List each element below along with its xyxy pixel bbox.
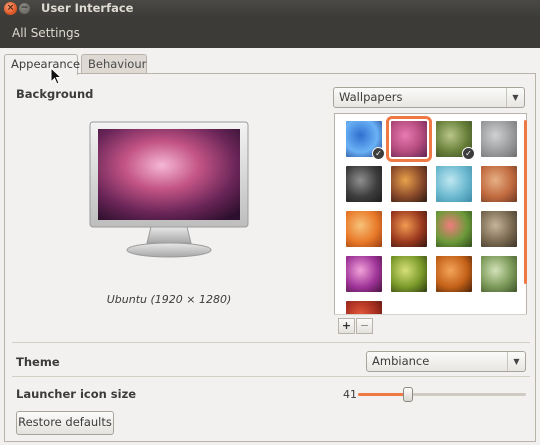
- tab-appearance[interactable]: Appearance: [4, 54, 80, 75]
- slider-handle[interactable]: [403, 387, 414, 402]
- wallpaper-source-value: Wallpapers: [339, 90, 403, 104]
- launcher-icon-size-label: Launcher icon size: [16, 387, 137, 401]
- chevron-down-icon: ▼: [507, 352, 525, 371]
- remove-wallpaper-button[interactable]: −: [356, 318, 373, 334]
- all-settings-button[interactable]: All Settings: [12, 26, 80, 40]
- wallpaper-thumb-grey-mist[interactable]: [481, 121, 517, 157]
- launcher-icon-size-value: 41: [343, 388, 357, 401]
- monitor-preview: [89, 121, 249, 258]
- wallpaper-thumb-grass-blades[interactable]: [481, 256, 517, 292]
- check-icon: ✓: [462, 147, 475, 160]
- wallpaper-thumb-blue-curtain[interactable]: ✓: [346, 121, 385, 160]
- wallpaper-grid: ✓ ✓: [334, 113, 527, 335]
- restore-defaults-button[interactable]: Restore defaults: [16, 411, 114, 435]
- wallpaper-thumb-green-bokeh[interactable]: [391, 256, 427, 292]
- wallpaper-thumb-grass-field[interactable]: ✓: [436, 121, 475, 160]
- wallpaper-thumb-dark-cables[interactable]: [346, 166, 382, 202]
- wallpaper-resolution-caption: Ubuntu (1920 × 1280): [106, 293, 232, 306]
- launcher-icon-size-slider[interactable]: [358, 387, 526, 402]
- wallpaper-source-dropdown[interactable]: Wallpapers ▼: [333, 87, 525, 108]
- appearance-panel: Background Ubuntu (1920 × 1280) Wallpape…: [4, 73, 536, 442]
- chevron-down-icon: ▼: [506, 88, 524, 107]
- theme-dropdown[interactable]: Ambiance ▼: [366, 351, 526, 372]
- background-label: Background: [16, 87, 94, 101]
- monitor-screen: [98, 129, 240, 220]
- wallpaper-thumb-purple-glow[interactable]: [346, 256, 382, 292]
- wallpaper-toolbar: + −: [334, 314, 527, 335]
- separator: [12, 342, 530, 343]
- close-icon[interactable]: ×: [4, 2, 17, 15]
- menubar: All Settings: [0, 18, 540, 48]
- window-title: User Interface: [41, 1, 134, 15]
- wallpaper-thumb-ubuntu-default[interactable]: [386, 116, 432, 162]
- tab-behaviour[interactable]: Behaviour: [81, 54, 147, 74]
- wallpaper-thumb-orange-flower[interactable]: [346, 211, 382, 247]
- wallpaper-thumb-ice-blue[interactable]: [436, 166, 472, 202]
- add-wallpaper-button[interactable]: +: [338, 318, 355, 334]
- wallpaper-scrollbar[interactable]: [524, 120, 527, 284]
- check-icon: ✓: [372, 147, 385, 160]
- monitor-base: [126, 242, 212, 258]
- wallpaper-thumb-autumn-path[interactable]: [481, 166, 517, 202]
- mouse-pointer-icon: [50, 67, 62, 85]
- wallpaper-thumb-red-sunset[interactable]: [391, 211, 427, 247]
- theme-value: Ambiance: [372, 354, 430, 368]
- monitor-neck: [146, 226, 192, 244]
- wallpaper-thumb-sunset-road[interactable]: [391, 166, 427, 202]
- minimize-icon[interactable]: −: [19, 3, 30, 14]
- wallpaper-thumb-orange-fish[interactable]: [436, 256, 472, 292]
- theme-label: Theme: [16, 355, 60, 369]
- slider-fill: [358, 393, 409, 396]
- window-titlebar: × − User Interface: [0, 0, 540, 18]
- separator: [12, 376, 530, 377]
- wallpaper-thumb-pink-blossom[interactable]: [436, 211, 472, 247]
- wallpaper-thumb-brown-pencil[interactable]: [481, 211, 517, 247]
